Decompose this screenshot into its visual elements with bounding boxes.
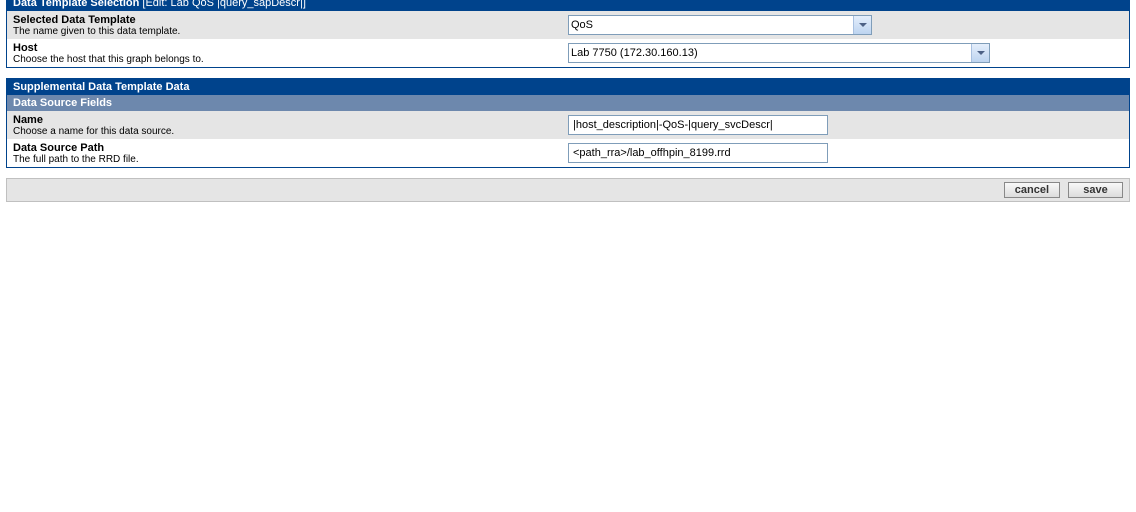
field-desc: The full path to the RRD file.	[13, 154, 568, 165]
field-label: Name	[13, 114, 568, 126]
cancel-button[interactable]: cancel	[1004, 182, 1060, 198]
row-host: Host Choose the host that this graph bel…	[7, 39, 1129, 67]
field-desc: Choose the host that this graph belongs …	[13, 54, 568, 65]
section-header-title: Data Template Selection	[13, 0, 139, 9]
data-template-select[interactable]: QoS	[568, 15, 872, 35]
row-data-source-path: Data Source Path The full path to the RR…	[7, 139, 1129, 167]
subheader: Data Source Fields	[7, 95, 1129, 111]
data-source-path-input[interactable]	[568, 143, 828, 163]
supplemental-data-section: Supplemental Data Template Data Data Sou…	[6, 78, 1130, 168]
name-input[interactable]	[568, 115, 828, 135]
section-header: Supplemental Data Template Data	[7, 79, 1129, 95]
field-desc: Choose a name for this data source.	[13, 126, 568, 137]
host-select[interactable]: Lab 7750 (172.30.160.13)	[568, 43, 990, 63]
row-name: Name Choose a name for this data source.	[7, 111, 1129, 139]
action-bar: cancel save	[6, 178, 1130, 202]
save-button[interactable]: save	[1068, 182, 1123, 198]
data-template-selection-section: Data Template Selection [Edit: Lab QoS |…	[6, 0, 1130, 68]
section-header-subtitle: [Edit: Lab QoS |query_sapDescr|]	[142, 0, 305, 9]
field-label: Selected Data Template	[13, 14, 568, 26]
row-selected-data-template: Selected Data Template The name given to…	[7, 11, 1129, 39]
field-label: Host	[13, 42, 568, 54]
field-label: Data Source Path	[13, 142, 568, 154]
section-header: Data Template Selection [Edit: Lab QoS |…	[7, 0, 1129, 11]
field-desc: The name given to this data template.	[13, 26, 568, 37]
